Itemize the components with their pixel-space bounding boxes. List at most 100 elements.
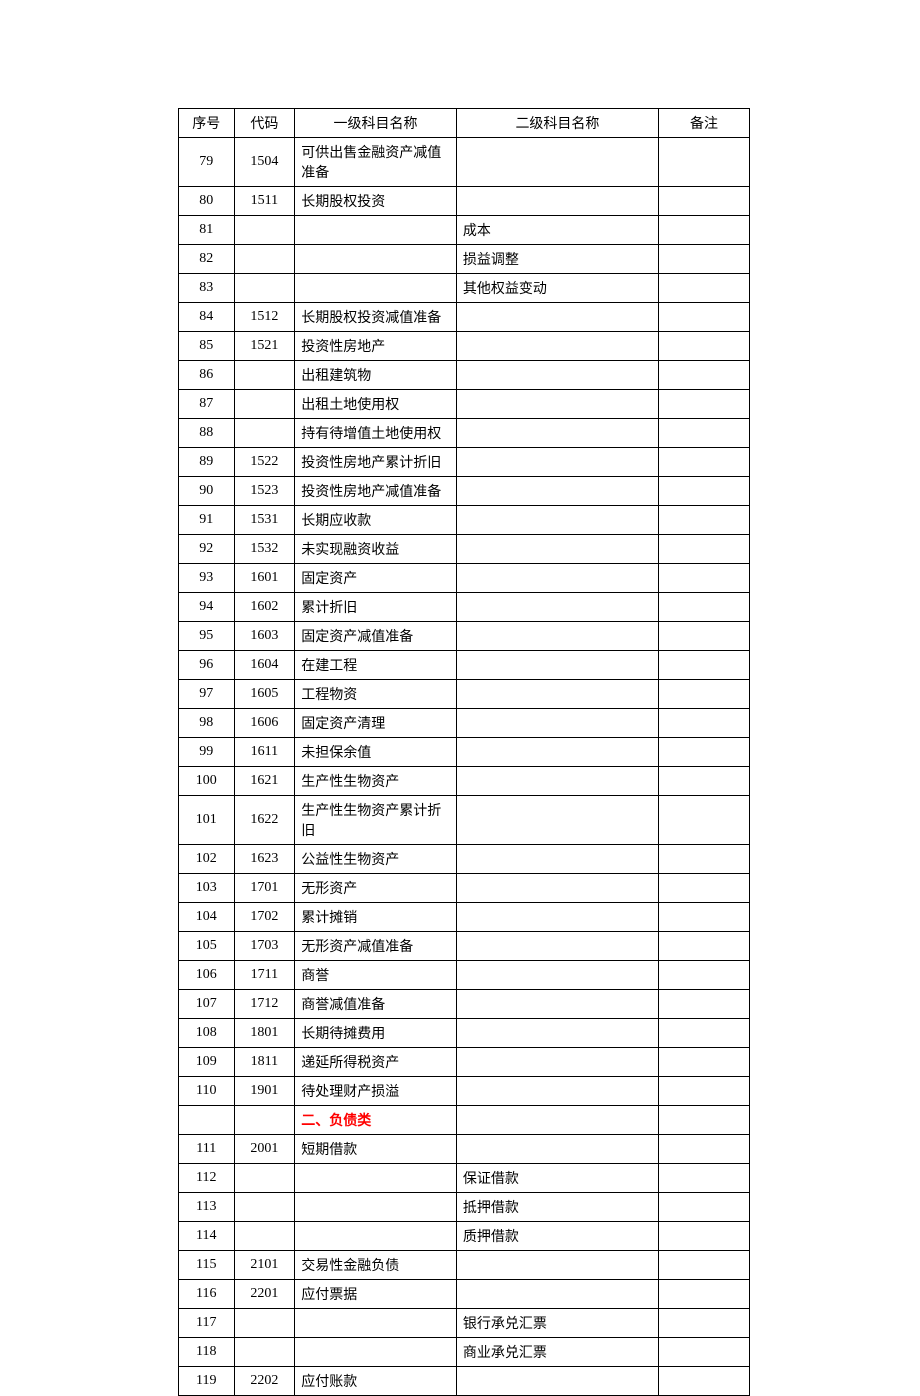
cell-level1: 长期待摊费用 — [295, 1019, 457, 1048]
table-row: 841512长期股权投资减值准备 — [179, 303, 750, 332]
cell-seq: 101 — [179, 796, 235, 845]
cell-level1: 出租土地使用权 — [295, 390, 457, 419]
cell-code: 1901 — [234, 1077, 295, 1106]
cell-level2 — [456, 932, 658, 961]
cell-level1 — [295, 1222, 457, 1251]
cell-level2 — [456, 796, 658, 845]
cell-seq — [179, 1106, 235, 1135]
cell-code — [234, 390, 295, 419]
cell-note — [659, 274, 750, 303]
cell-level1: 投资性房地产累计折旧 — [295, 448, 457, 477]
cell-level2 — [456, 874, 658, 903]
cell-level1: 长期股权投资 — [295, 187, 457, 216]
header-level2: 二级科目名称 — [456, 109, 658, 138]
table-row: 118商业承兑汇票 — [179, 1338, 750, 1367]
cell-code: 1605 — [234, 680, 295, 709]
table-row: 113抵押借款 — [179, 1193, 750, 1222]
table-row: 911531长期应收款 — [179, 506, 750, 535]
cell-level1: 短期借款 — [295, 1135, 457, 1164]
cell-seq: 80 — [179, 187, 235, 216]
cell-seq: 104 — [179, 903, 235, 932]
header-level1: 一级科目名称 — [295, 109, 457, 138]
cell-seq: 116 — [179, 1280, 235, 1309]
cell-seq: 97 — [179, 680, 235, 709]
table-row: 921532未实现融资收益 — [179, 535, 750, 564]
cell-level1 — [295, 1193, 457, 1222]
table-row: 971605工程物资 — [179, 680, 750, 709]
cell-seq: 109 — [179, 1048, 235, 1077]
cell-level1: 长期股权投资减值准备 — [295, 303, 457, 332]
cell-level2 — [456, 709, 658, 738]
cell-note — [659, 1135, 750, 1164]
cell-level1: 累计折旧 — [295, 593, 457, 622]
table-row: 1021623公益性生物资产 — [179, 845, 750, 874]
cell-note — [659, 564, 750, 593]
table-row: 86出租建筑物 — [179, 361, 750, 390]
cell-code — [234, 1222, 295, 1251]
cell-code: 1603 — [234, 622, 295, 651]
cell-level2 — [456, 1251, 658, 1280]
cell-seq: 94 — [179, 593, 235, 622]
cell-seq: 115 — [179, 1251, 235, 1280]
cell-seq: 117 — [179, 1309, 235, 1338]
cell-code: 1621 — [234, 767, 295, 796]
cell-level2 — [456, 303, 658, 332]
cell-seq: 102 — [179, 845, 235, 874]
cell-level2: 其他权益变动 — [456, 274, 658, 303]
cell-note — [659, 990, 750, 1019]
cell-note — [659, 187, 750, 216]
document-page: 序号 代码 一级科目名称 二级科目名称 备注 791504可供出售金融资产减值准… — [0, 0, 920, 1396]
cell-level1: 持有待增值土地使用权 — [295, 419, 457, 448]
cell-seq: 95 — [179, 622, 235, 651]
table-row: 1162201应付票据 — [179, 1280, 750, 1309]
cell-level2 — [456, 1135, 658, 1164]
cell-level2: 成本 — [456, 216, 658, 245]
cell-level2 — [456, 1367, 658, 1396]
cell-level2 — [456, 1106, 658, 1135]
cell-level2: 损益调整 — [456, 245, 658, 274]
cell-seq: 118 — [179, 1338, 235, 1367]
cell-note — [659, 593, 750, 622]
cell-code — [234, 274, 295, 303]
cell-seq: 108 — [179, 1019, 235, 1048]
cell-seq: 84 — [179, 303, 235, 332]
table-row: 981606固定资产清理 — [179, 709, 750, 738]
table-row: 931601固定资产 — [179, 564, 750, 593]
cell-code: 2001 — [234, 1135, 295, 1164]
cell-level2 — [456, 506, 658, 535]
cell-level2 — [456, 1077, 658, 1106]
cell-level2 — [456, 361, 658, 390]
cell-level2 — [456, 961, 658, 990]
section-header-cell: 二、负债类 — [295, 1106, 457, 1135]
cell-seq: 112 — [179, 1164, 235, 1193]
cell-seq: 87 — [179, 390, 235, 419]
cell-level1: 公益性生物资产 — [295, 845, 457, 874]
cell-seq: 79 — [179, 138, 235, 187]
cell-level2 — [456, 651, 658, 680]
table-row: 1041702累计摊销 — [179, 903, 750, 932]
cell-level2 — [456, 419, 658, 448]
cell-note — [659, 303, 750, 332]
table-row: 801511长期股权投资 — [179, 187, 750, 216]
cell-seq: 85 — [179, 332, 235, 361]
cell-note — [659, 903, 750, 932]
cell-code — [234, 1309, 295, 1338]
cell-note — [659, 845, 750, 874]
table-row: 941602累计折旧 — [179, 593, 750, 622]
cell-note — [659, 1367, 750, 1396]
cell-seq: 99 — [179, 738, 235, 767]
cell-level2 — [456, 767, 658, 796]
cell-level1 — [295, 245, 457, 274]
cell-note — [659, 245, 750, 274]
cell-code: 1602 — [234, 593, 295, 622]
cell-code — [234, 216, 295, 245]
cell-seq: 114 — [179, 1222, 235, 1251]
cell-note — [659, 767, 750, 796]
table-row: 1112001短期借款 — [179, 1135, 750, 1164]
table-row: 二、负债类 — [179, 1106, 750, 1135]
cell-code: 1523 — [234, 477, 295, 506]
cell-level1: 可供出售金融资产减值准备 — [295, 138, 457, 187]
cell-level1: 商誉减值准备 — [295, 990, 457, 1019]
cell-level2: 保证借款 — [456, 1164, 658, 1193]
cell-level2 — [456, 845, 658, 874]
